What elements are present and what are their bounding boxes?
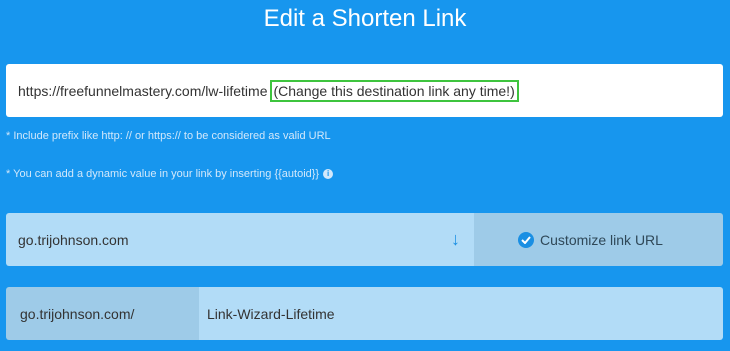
domain-row: go.trijohnson.com ↓ Customize link URL — [6, 213, 723, 266]
check-circle-icon — [518, 231, 535, 248]
customize-link-url-button[interactable]: Customize link URL — [474, 213, 723, 266]
dynamic-value-hint-text: * You can add a dynamic value in your li… — [6, 168, 320, 180]
prefix-hint: * Include prefix like http: // or https:… — [6, 130, 331, 142]
page-title: Edit a Shorten Link — [263, 5, 467, 32]
slug-prefix: go.trijohnson.com/ — [6, 287, 199, 340]
dynamic-value-hint: * You can add a dynamic value in your li… — [6, 167, 334, 181]
domain-select[interactable]: go.trijohnson.com ↓ — [6, 213, 474, 266]
customize-link-url-label: Customize link URL — [540, 231, 663, 248]
destination-url-field[interactable]: https://freefunnelmastery.com/lw-lifetim… — [6, 64, 723, 117]
slug-input[interactable]: Link-Wizard-Lifetime — [199, 287, 723, 340]
destination-url-value: https://freefunnelmastery.com/lw-lifetim… — [18, 82, 268, 99]
arrow-down-icon: ↓ — [451, 229, 460, 249]
slug-row: go.trijohnson.com/ Link-Wizard-Lifetime — [6, 287, 723, 340]
destination-annotation: (Change this destination link any time!) — [269, 79, 519, 102]
domain-select-value: go.trijohnson.com — [18, 231, 129, 248]
info-icon[interactable]: i — [323, 169, 334, 179]
